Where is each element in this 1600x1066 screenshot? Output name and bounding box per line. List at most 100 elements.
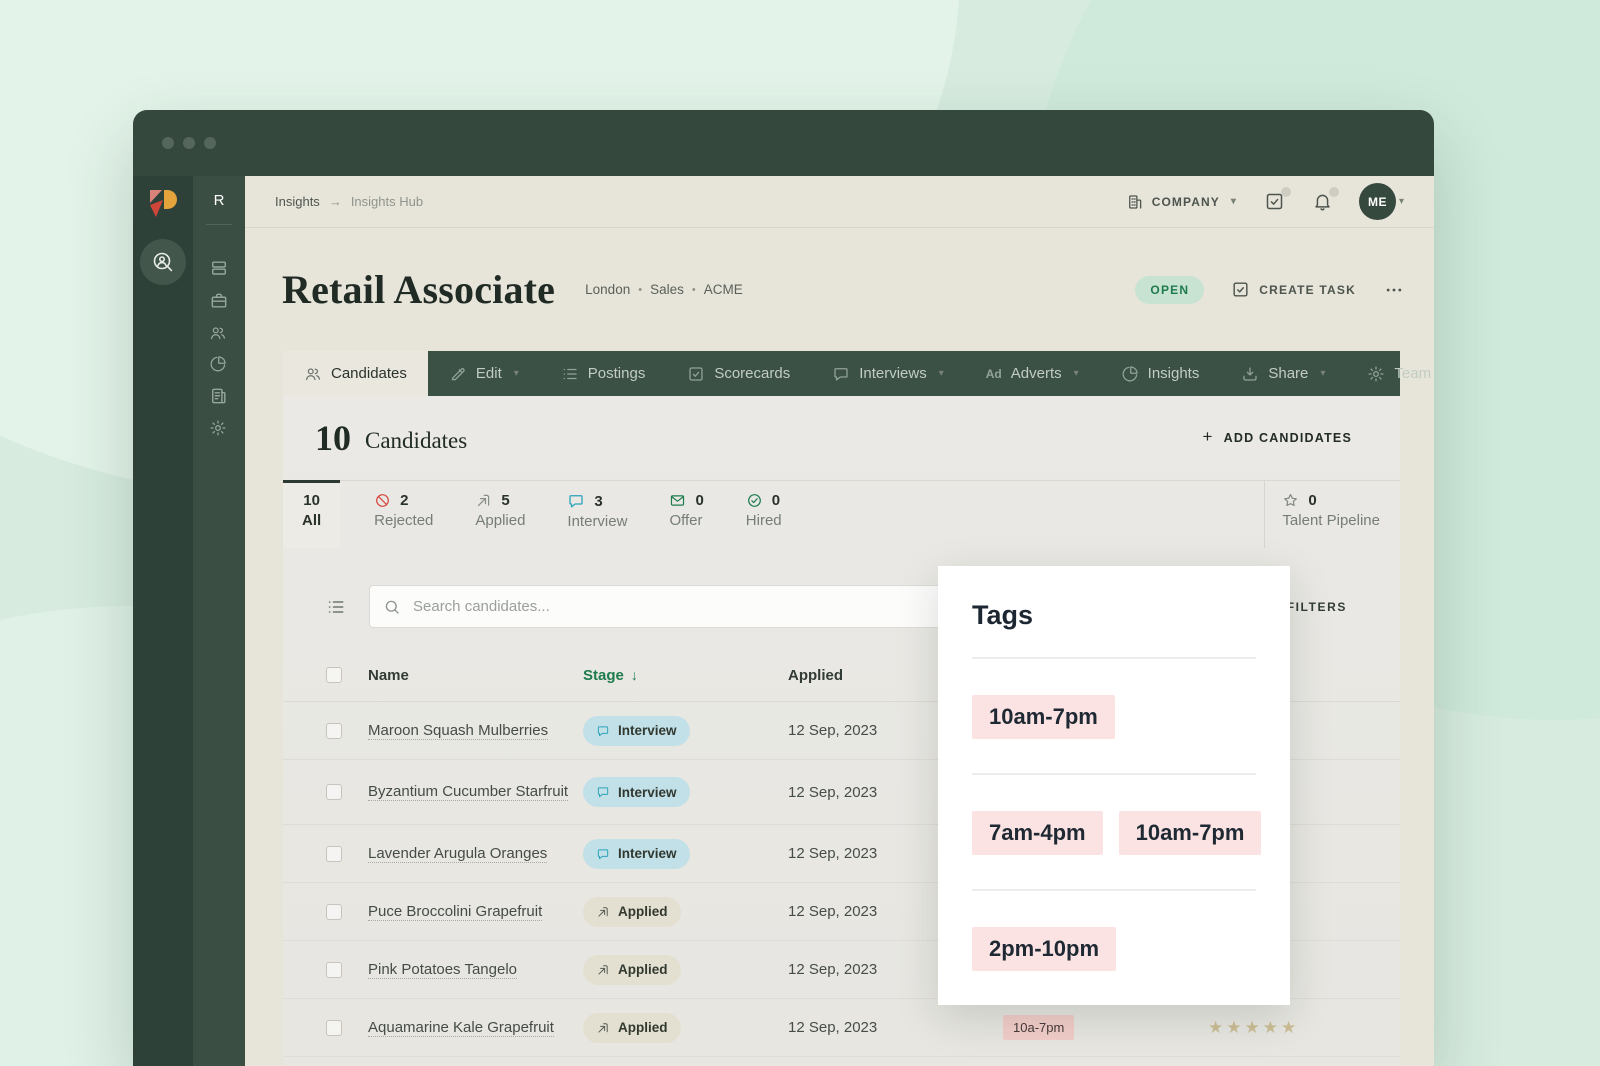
window-minimize-button[interactable]	[183, 137, 195, 149]
row-checkbox[interactable]	[326, 962, 342, 978]
window-close-button[interactable]	[162, 137, 174, 149]
tab-share[interactable]: Share ▾	[1220, 351, 1346, 396]
chevron-down-icon: ▾	[1320, 368, 1325, 379]
tasks-button[interactable]	[1264, 191, 1285, 212]
stage-filter-interview[interactable]: 3Interview	[553, 481, 641, 548]
stage-filter-tabs: 10All 2Rejected5Applied3Interview0Offer0H…	[283, 480, 1400, 548]
sidebar-item-pie[interactable]	[209, 355, 229, 373]
column-header-stage[interactable]: Stage ↓	[583, 667, 788, 684]
page-title: Retail Associate	[282, 266, 555, 313]
sidebar-item-board[interactable]	[209, 258, 229, 278]
stage-label: Applied	[618, 904, 668, 919]
tab-adverts[interactable]: AdAdverts▾	[965, 351, 1100, 396]
candidates-count: 10	[315, 417, 351, 459]
avatar: ME	[1359, 183, 1396, 220]
tab-label: Insights	[1148, 365, 1200, 382]
workspace-initial[interactable]: R	[214, 192, 225, 209]
row-checkbox[interactable]	[326, 723, 342, 739]
pie-icon	[209, 355, 227, 373]
candidate-name-link[interactable]: Puce Broccolini Grapefruit	[368, 903, 542, 921]
tag-group: 7am-4pm10am-7pm	[972, 773, 1256, 889]
row-checkbox[interactable]	[326, 904, 342, 920]
stage-filter-applied[interactable]: 5Applied	[461, 481, 539, 548]
filter-count: 2	[400, 492, 408, 509]
list-icon	[561, 365, 579, 383]
stage-filter-offer[interactable]: 0Offer	[655, 481, 717, 548]
ellipsis-icon	[1384, 280, 1404, 300]
tab-label: Candidates	[331, 365, 407, 382]
breadcrumb-insights-hub[interactable]: Insights Hub	[351, 194, 423, 209]
chevron-down-icon: ▾	[1231, 196, 1237, 207]
briefcase-icon	[209, 291, 229, 311]
tab-insights[interactable]: Insights	[1100, 351, 1221, 396]
candidate-name-link[interactable]: Lavender Arugula Oranges	[368, 845, 547, 863]
table-row[interactable]: Aquamarine Kale GrapefruitApplied12 Sep,…	[283, 999, 1400, 1057]
stage-filter-hired[interactable]: 0Hired	[732, 481, 796, 548]
bulk-select-button[interactable]	[326, 597, 346, 617]
sidebar-item-people[interactable]	[209, 324, 229, 342]
filter-count: 10	[303, 492, 320, 509]
tag-group: 10am-7pm	[972, 657, 1256, 773]
sidebar-item-gear[interactable]	[209, 419, 229, 437]
arrow-in-icon	[596, 905, 610, 919]
stage-filter-talent-pipeline[interactable]: 0Talent Pipeline	[1264, 481, 1400, 548]
company-menu[interactable]: COMPANY ▾	[1126, 193, 1237, 211]
tab-label: Edit	[476, 365, 502, 382]
filter-count: 0	[1308, 492, 1316, 509]
chat-icon	[596, 785, 610, 799]
filter-count: 0	[772, 492, 780, 509]
pinpoint-logo	[147, 188, 180, 223]
top-navigation-bar: Insights → Insights Hub C	[245, 176, 1434, 228]
list-icon	[326, 597, 346, 617]
stage-label: Applied	[618, 1020, 668, 1035]
row-checkbox[interactable]	[326, 784, 342, 800]
primary-sidebar	[133, 176, 193, 1066]
candidate-name-link[interactable]: Pink Potatoes Tangelo	[368, 961, 517, 979]
stage-badge: Applied	[583, 897, 681, 927]
tab-postings[interactable]: Postings	[540, 351, 667, 396]
sidebar-item-briefcase[interactable]	[209, 291, 229, 311]
candidate-name-link[interactable]: Aquamarine Kale Grapefruit	[368, 1019, 554, 1037]
filters-button[interactable]: FILTERS	[1287, 600, 1347, 614]
job-company: ACME	[704, 282, 743, 297]
notifications-button[interactable]	[1312, 191, 1333, 212]
breadcrumb: Insights → Insights Hub	[275, 194, 423, 209]
window-titlebar	[133, 110, 1434, 176]
chat-icon	[567, 492, 585, 510]
company-label: COMPANY	[1152, 195, 1220, 209]
row-checkbox[interactable]	[326, 846, 342, 862]
tag-group: 2pm-10pm	[972, 889, 1256, 1005]
tab-candidates[interactable]: Candidates	[283, 351, 428, 396]
stage-filter-rejected[interactable]: 2Rejected	[360, 481, 447, 548]
add-candidates-label: ADD CANDIDATES	[1224, 431, 1352, 445]
breadcrumb-insights[interactable]: Insights	[275, 194, 320, 209]
create-task-button[interactable]: CREATE TASK	[1231, 280, 1356, 299]
check-square-icon	[687, 365, 705, 383]
candidate-name-link[interactable]: Maroon Squash Mulberries	[368, 722, 548, 740]
user-menu[interactable]: ME ▾	[1359, 183, 1404, 220]
add-candidates-button[interactable]: + ADD CANDIDATES	[1202, 429, 1352, 447]
tab-interviews[interactable]: Interviews▾	[811, 351, 965, 396]
tab-edit[interactable]: Edit▾	[428, 351, 540, 396]
row-checkbox[interactable]	[326, 1020, 342, 1036]
search-icon	[383, 598, 401, 616]
ad-icon: Ad	[986, 367, 1002, 381]
tab-scorecards[interactable]: Scorecards	[666, 351, 811, 396]
candidate-search-button[interactable]	[140, 239, 186, 285]
pie-icon	[1121, 365, 1139, 383]
notification-dot	[1329, 187, 1339, 197]
arrow-in-icon	[596, 963, 610, 977]
candidate-name-link[interactable]: Byzantium Cucumber Starfruit	[368, 783, 568, 801]
blocked-icon	[374, 492, 391, 509]
more-actions-button[interactable]	[1384, 280, 1404, 300]
select-all-checkbox[interactable]	[326, 667, 342, 683]
filter-count: 0	[695, 492, 703, 509]
window-maximize-button[interactable]	[204, 137, 216, 149]
tab-team[interactable]: Team	[1346, 351, 1434, 396]
tab-label: Share	[1268, 365, 1308, 382]
sidebar-item-document[interactable]	[209, 386, 229, 406]
tab-label: Postings	[588, 365, 646, 382]
tag-chip: 10am-7pm	[1119, 811, 1262, 855]
stage-filter-all[interactable]: 10All	[283, 480, 340, 548]
tags-popover-title: Tags	[972, 566, 1256, 657]
